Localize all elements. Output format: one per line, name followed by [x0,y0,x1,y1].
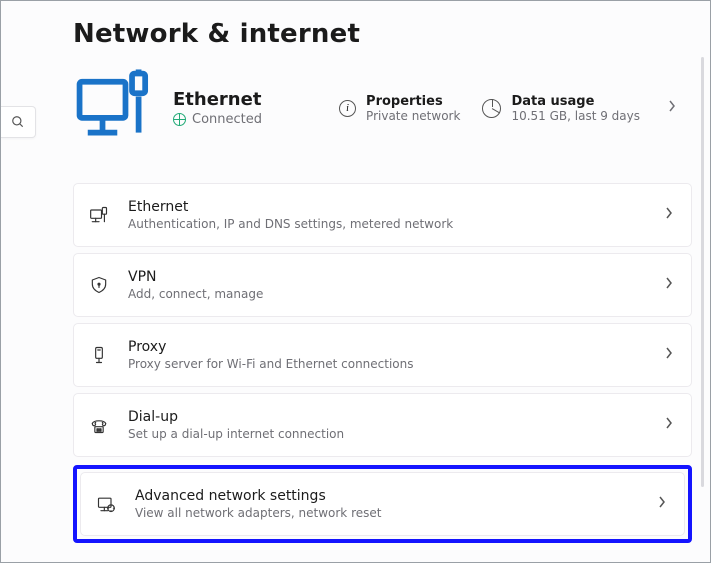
chevron-right-icon [658,496,666,508]
nav-item-title: Dial-up [128,409,647,425]
properties-label: Properties [366,94,460,109]
properties-button[interactable]: i Properties Private network [339,94,460,123]
connection-name: Ethernet [173,89,262,110]
scrollbar[interactable] [701,57,704,487]
chevron-right-icon [665,277,673,289]
highlighted-item: Advanced network settings View all netwo… [73,465,692,543]
connection-status: Connected [192,112,262,127]
properties-sub: Private network [366,109,460,123]
globe-icon [173,113,186,126]
info-icon: i [339,100,356,117]
settings-list: Ethernet Authentication, IP and DNS sett… [73,183,692,543]
data-usage-label: Data usage [511,94,640,109]
settings-window: { "title": "Network & internet", "hero":… [0,0,711,563]
nav-item-ethernet[interactable]: Ethernet Authentication, IP and DNS sett… [73,183,692,247]
ethernet-hero-icon [73,67,155,149]
hero-overflow-button[interactable] [662,94,682,122]
nav-item-title: Ethernet [128,199,647,215]
search-button[interactable] [1,106,36,138]
nav-item-advanced[interactable]: Advanced network settings View all netwo… [80,472,685,536]
advanced-icon [95,494,117,514]
nav-item-chevron [658,496,666,512]
ethernet-icon [88,205,110,225]
nav-item-dialup[interactable]: Dial-up Set up a dial-up internet connec… [73,393,692,457]
chevron-right-icon [665,417,673,429]
nav-item-vpn[interactable]: VPN Add, connect, manage [73,253,692,317]
nav-item-chevron [665,347,673,363]
nav-item-sub: View all network adapters, network reset [135,506,640,520]
nav-item-sub: Proxy server for Wi-Fi and Ethernet conn… [128,357,647,371]
dialup-icon [88,415,110,435]
nav-item-title: Advanced network settings [135,488,640,504]
nav-item-sub: Set up a dial-up internet connection [128,427,647,441]
data-usage-sub: 10.51 GB, last 9 days [511,109,640,123]
chevron-right-icon [668,100,676,112]
search-icon [11,115,25,129]
chevron-right-icon [665,347,673,359]
nav-item-sub: Authentication, IP and DNS settings, met… [128,217,647,231]
data-usage-button[interactable]: Data usage 10.51 GB, last 9 days [482,94,640,123]
pie-icon [482,99,501,118]
nav-item-proxy[interactable]: Proxy Proxy server for Wi-Fi and Etherne… [73,323,692,387]
nav-item-title: Proxy [128,339,647,355]
vpn-icon [88,275,110,295]
nav-item-chevron [665,417,673,433]
page-title: Network & internet [73,19,692,49]
nav-item-chevron [665,207,673,223]
nav-item-chevron [665,277,673,293]
connection-hero: Ethernet Connected i Properties Private … [73,67,692,149]
proxy-icon [88,345,110,365]
nav-item-title: VPN [128,269,647,285]
chevron-right-icon [665,207,673,219]
nav-item-sub: Add, connect, manage [128,287,647,301]
